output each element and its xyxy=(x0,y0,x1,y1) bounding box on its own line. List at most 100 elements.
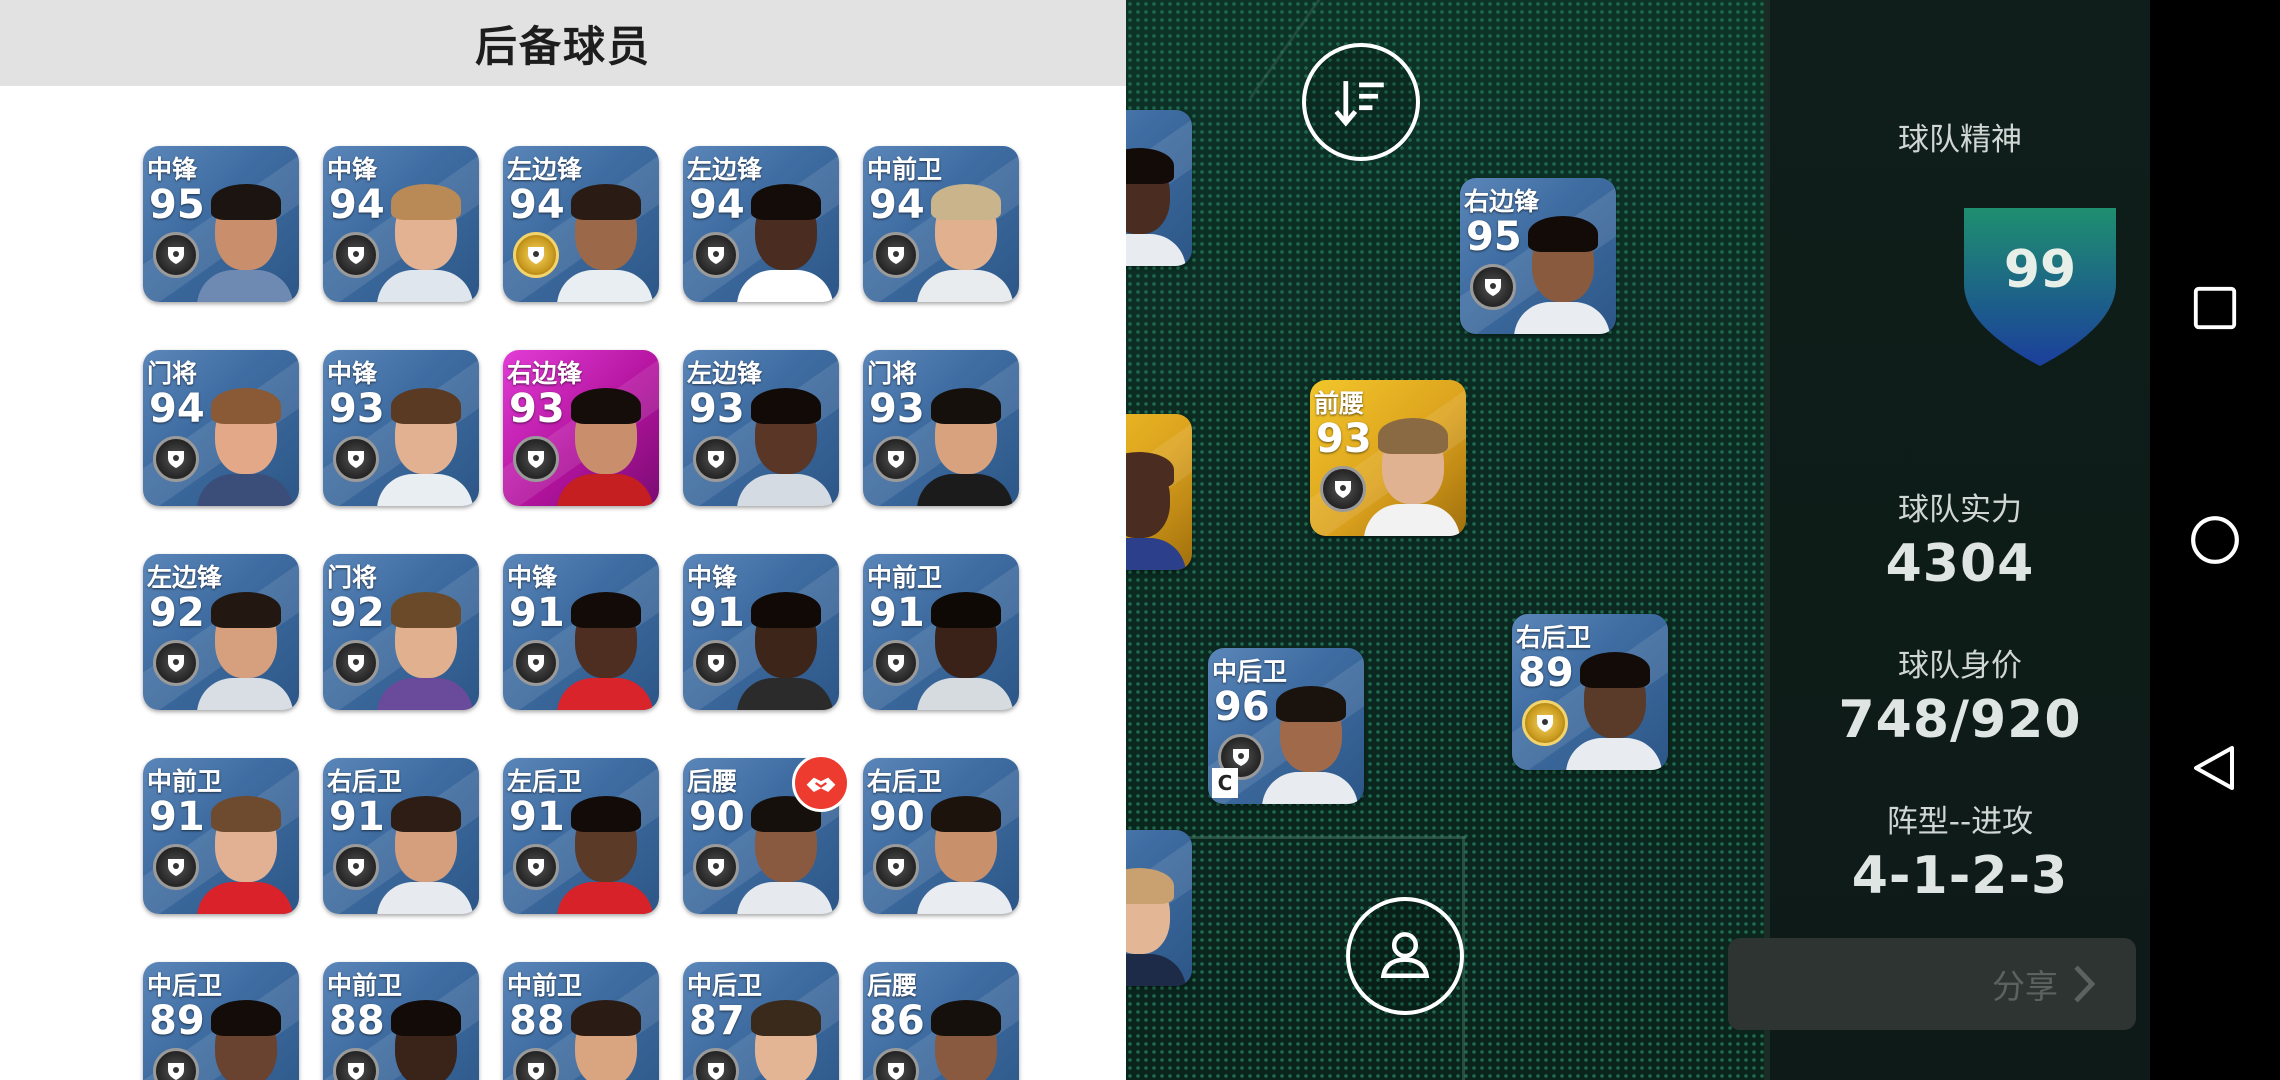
player-hair xyxy=(1378,418,1448,454)
player-photo xyxy=(737,586,833,710)
reserve-player-card[interactable]: 右后卫 91 xyxy=(323,758,479,914)
player-hair xyxy=(571,796,641,832)
player-badge-icon xyxy=(513,232,559,278)
reserve-player-card[interactable]: 右后卫 90 xyxy=(863,758,1019,914)
player-rating: 91 xyxy=(149,794,205,840)
player-shirt xyxy=(197,882,293,914)
circle-icon xyxy=(2191,516,2239,564)
reserve-player-card[interactable]: 门将 94 xyxy=(143,350,299,506)
player-rating: 95 xyxy=(149,182,205,228)
reserve-player-card[interactable]: 中锋 95 xyxy=(143,146,299,302)
player-badge-icon xyxy=(513,640,559,686)
reserve-player-card[interactable]: 中锋 93 xyxy=(323,350,479,506)
player-badge-icon xyxy=(693,232,739,278)
reserve-player-card[interactable]: 中后卫 87 xyxy=(683,962,839,1080)
player-position: 门将 xyxy=(327,563,378,592)
player-position: 中前卫 xyxy=(507,971,583,1000)
player-rating: 93 xyxy=(329,386,385,432)
reserve-player-card[interactable]: 中前卫 91 xyxy=(863,554,1019,710)
formation-label: 阵型--进攻 xyxy=(1886,804,2034,840)
player-hair xyxy=(751,184,821,220)
reserve-player-card[interactable]: 中锋 94 xyxy=(323,146,479,302)
player-hair xyxy=(571,388,641,424)
player-rating: 86 xyxy=(869,998,925,1044)
player-hair xyxy=(931,1000,1001,1036)
reserve-player-card[interactable]: 中锋 91 xyxy=(683,554,839,710)
player-rating: 94 xyxy=(329,182,385,228)
sort-button[interactable] xyxy=(1302,43,1420,161)
reserve-player-card[interactable]: 中前卫 94 xyxy=(863,146,1019,302)
recent-apps-button[interactable] xyxy=(2185,278,2245,338)
player-badge-icon xyxy=(333,640,379,686)
player-badge-icon xyxy=(333,1048,379,1080)
player-hair xyxy=(391,796,461,832)
player-position: 门将 xyxy=(867,359,918,388)
reserve-player-card[interactable]: 中锋 91 xyxy=(503,554,659,710)
pitch-player-edge-bottom[interactable] xyxy=(1126,830,1192,986)
chevron-right-icon xyxy=(2074,965,2096,1003)
share-button[interactable]: 分享 xyxy=(1728,938,2136,1030)
reserve-player-card[interactable]: 中后卫 89 xyxy=(143,962,299,1080)
player-rating: 93 xyxy=(509,386,565,432)
player-shirt xyxy=(1566,738,1662,770)
reserve-player-card[interactable]: 左后卫 91 xyxy=(503,758,659,914)
player-shirt xyxy=(737,474,833,506)
player-rating: 95 xyxy=(1466,214,1522,260)
player-hair xyxy=(391,592,461,628)
player-hair xyxy=(211,184,281,220)
reserve-player-card[interactable]: 右边锋 93 xyxy=(503,350,659,506)
triangle-back-icon xyxy=(2194,746,2234,790)
player-rating: 94 xyxy=(869,182,925,228)
reserve-player-card[interactable]: 中前卫 91 xyxy=(143,758,299,914)
player-position: 中后卫 xyxy=(687,971,763,1000)
back-button[interactable] xyxy=(2185,738,2245,798)
reserve-player-card[interactable]: 中前卫 88 xyxy=(503,962,659,1080)
home-button[interactable] xyxy=(2185,510,2245,570)
player-badge-icon xyxy=(333,232,379,278)
player-shirt xyxy=(377,270,473,302)
player-photo xyxy=(377,790,473,914)
player-photo xyxy=(917,586,1013,710)
player-hair xyxy=(571,592,641,628)
handshake-icon[interactable] xyxy=(792,754,850,812)
formation-value: 4-1-2-3 xyxy=(1851,846,2069,906)
profile-button[interactable] xyxy=(1346,897,1464,1015)
player-position: 中锋 xyxy=(687,563,738,592)
player-badge-icon xyxy=(513,844,559,890)
player-photo xyxy=(737,178,833,302)
player-position: 左后卫 xyxy=(507,767,583,796)
player-hair xyxy=(931,184,1001,220)
reserve-player-card[interactable]: 左边锋 94 xyxy=(683,146,839,302)
reserve-player-card[interactable]: 左边锋 94 xyxy=(503,146,659,302)
player-rating: 91 xyxy=(689,590,745,636)
player-shirt xyxy=(557,474,653,506)
pitch-player-edge-top[interactable] xyxy=(1126,110,1192,266)
pitch-player-am[interactable]: 前腰 93 xyxy=(1310,380,1466,536)
pitch-player-edge-mid[interactable] xyxy=(1126,414,1192,570)
reserve-player-card[interactable]: 左边锋 93 xyxy=(683,350,839,506)
player-badge-icon xyxy=(333,844,379,890)
reserve-player-card[interactable]: 门将 92 xyxy=(323,554,479,710)
reserve-player-card[interactable]: 中前卫 88 xyxy=(323,962,479,1080)
player-rating: 90 xyxy=(689,794,745,840)
player-photo xyxy=(1364,412,1460,536)
reserve-player-card[interactable]: 左边锋 92 xyxy=(143,554,299,710)
reserve-player-card[interactable]: 门将 93 xyxy=(863,350,1019,506)
player-shirt xyxy=(197,270,293,302)
player-photo xyxy=(197,790,293,914)
player-photo xyxy=(197,382,293,506)
player-hair xyxy=(1126,452,1174,488)
team-value-label: 球队身价 xyxy=(1898,648,2022,684)
square-icon xyxy=(2193,286,2237,330)
player-position: 右后卫 xyxy=(1516,623,1592,652)
player-hair xyxy=(1528,216,1598,252)
player-photo xyxy=(1514,210,1610,334)
pitch-player-cb[interactable]: 中后卫 96 C xyxy=(1208,648,1364,804)
player-badge-icon xyxy=(873,232,919,278)
player-position: 右边锋 xyxy=(1464,187,1540,216)
pitch-player-rw[interactable]: 右边锋 95 xyxy=(1460,178,1616,334)
player-badge-icon xyxy=(693,640,739,686)
pitch-player-rb[interactable]: 右后卫 89 xyxy=(1512,614,1668,770)
captain-badge: C xyxy=(1212,768,1238,798)
reserve-player-card[interactable]: 后腰 86 xyxy=(863,962,1019,1080)
